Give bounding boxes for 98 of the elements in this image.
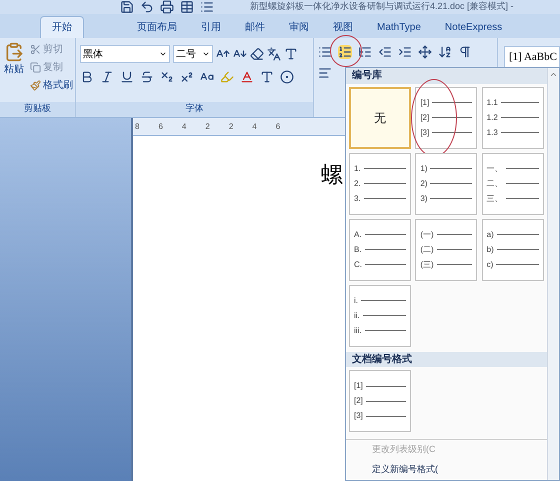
superscript-icon[interactable]: [180, 70, 194, 84]
clipboard-icon: [4, 42, 24, 62]
ruler-number: 6: [276, 120, 280, 132]
list-marker: [3]: [354, 410, 363, 422]
ribbon-tab[interactable]: NoteExpress: [434, 16, 514, 38]
save-icon[interactable]: [120, 0, 134, 14]
ruler-number: 8: [135, 120, 140, 132]
ribbon-tab[interactable]: MathType: [366, 16, 432, 38]
list-marker: B.: [354, 244, 362, 256]
list-marker: C.: [354, 258, 362, 270]
list-marker: b): [486, 244, 494, 256]
list-marker: 1.1: [486, 96, 498, 108]
eraser-icon[interactable]: [250, 47, 264, 61]
copy-icon: [30, 62, 41, 73]
numbering-option[interactable]: a) b) c): [482, 218, 544, 280]
numbering-option[interactable]: i. ii. iii.: [349, 284, 411, 346]
list-marker: 二、: [486, 178, 503, 190]
multilevel-list-icon[interactable]: [358, 45, 372, 59]
list-marker: i.: [354, 294, 358, 306]
list-marker: 3): [420, 192, 428, 204]
list-marker: (二): [420, 244, 434, 256]
ruler-number: 2: [228, 120, 234, 132]
document-text: 螺: [321, 162, 343, 187]
option-label: 无: [374, 110, 386, 126]
list-marker: 3.: [354, 192, 361, 204]
bullets-icon[interactable]: [318, 45, 332, 59]
printer-icon[interactable]: [160, 0, 174, 14]
ruler-number: 4: [252, 120, 257, 132]
ribbon-tab[interactable]: 视图: [322, 16, 364, 38]
numbering-option[interactable]: (一) (二) (三): [415, 218, 478, 280]
list-marker: A.: [354, 228, 362, 240]
paintbrush-icon: [30, 80, 41, 91]
list-marker: 一、: [486, 162, 503, 174]
list-marker: 1.: [354, 162, 361, 174]
list-marker: a): [486, 228, 494, 240]
menu-item[interactable]: 定义新编号格式(: [346, 460, 547, 480]
scissors-icon: [30, 44, 41, 55]
subscript-icon[interactable]: [160, 70, 174, 84]
font-name-value: 黑体: [83, 48, 103, 62]
show-marks-icon[interactable]: [458, 45, 472, 59]
list-marker: [2]: [420, 112, 430, 124]
list-marker: 三、: [486, 192, 503, 204]
list-marker: 2.: [354, 178, 361, 190]
window-title: 新型螺旋斜板一体化净水设备研制与调试运行4.21.doc [兼容模式] -: [250, 0, 514, 14]
section-header: 编号库: [346, 68, 547, 84]
font-size-field[interactable]: 二号: [173, 45, 213, 63]
format-painter-button[interactable]: 格式刷: [30, 78, 73, 93]
ribbon-tab[interactable]: 审阅: [278, 16, 320, 38]
section-header: 文档编号格式: [346, 352, 547, 367]
list-marker: 2): [420, 178, 428, 190]
list-icon[interactable]: [200, 0, 214, 14]
underline-icon[interactable]: [120, 70, 134, 84]
numbering-option[interactable]: A. B. C.: [349, 218, 411, 280]
list-marker: 1.3: [486, 126, 498, 138]
font-size-value: 二号: [176, 48, 196, 62]
ruler-number: 6: [158, 120, 163, 132]
numbering-option[interactable]: [1] [2] [3]: [349, 370, 411, 432]
ruler-number: 2: [205, 120, 210, 132]
list-marker: 1): [420, 162, 428, 174]
list-marker: iii.: [354, 324, 362, 336]
sort-icon[interactable]: [438, 45, 452, 59]
italic-icon[interactable]: [100, 70, 114, 84]
font-name-field[interactable]: 黑体: [80, 45, 170, 63]
numbering-option[interactable]: [1] [2] [3]: [415, 86, 478, 148]
ruler-number: 4: [182, 120, 186, 132]
paste-button[interactable]: 粘贴: [2, 42, 26, 102]
bold-icon[interactable]: [80, 70, 94, 84]
numbering-icon[interactable]: [338, 45, 352, 59]
list-marker: [1]: [354, 380, 363, 392]
align-left-icon[interactable]: [318, 66, 332, 80]
table-icon[interactable]: [180, 0, 194, 14]
style-preview[interactable]: [1] AaBbC: [504, 46, 560, 68]
numbering-option[interactable]: 一、 二、 三、: [482, 152, 544, 214]
numbering-option[interactable]: 1) 2) 3): [415, 152, 478, 214]
numbering-option[interactable]: 1. 2. 3.: [349, 152, 411, 214]
decrease-indent-icon[interactable]: [378, 45, 392, 59]
font-color-icon[interactable]: [240, 70, 254, 84]
ribbon-tab[interactable]: 开始: [40, 16, 84, 38]
list-marker: [2]: [354, 395, 363, 407]
undo-icon[interactable]: [140, 0, 154, 14]
list-marker: c): [486, 258, 494, 270]
list-marker: [3]: [420, 126, 430, 138]
group-label: 剪贴板: [0, 102, 75, 117]
ribbon-tab[interactable]: 引用: [190, 16, 232, 38]
numbering-option[interactable]: 1.1 1.2 1.3: [482, 86, 544, 148]
list-marker: (三): [420, 258, 434, 270]
group-label: 字体: [76, 102, 313, 117]
scrollbar[interactable]: [547, 68, 559, 480]
list-marker: (一): [420, 228, 434, 240]
increase-indent-icon[interactable]: [398, 45, 412, 59]
scroll-up-icon[interactable]: [549, 70, 558, 79]
numbering-option[interactable]: 无: [349, 86, 411, 148]
ribbon-tab[interactable]: 页面布局: [126, 16, 188, 38]
list-marker: ii.: [354, 310, 360, 322]
list-marker: 1.2: [486, 112, 498, 124]
strikethrough-icon[interactable]: [140, 70, 154, 84]
list-marker: [1]: [420, 96, 430, 108]
ribbon-tab[interactable]: 邮件: [234, 16, 276, 38]
